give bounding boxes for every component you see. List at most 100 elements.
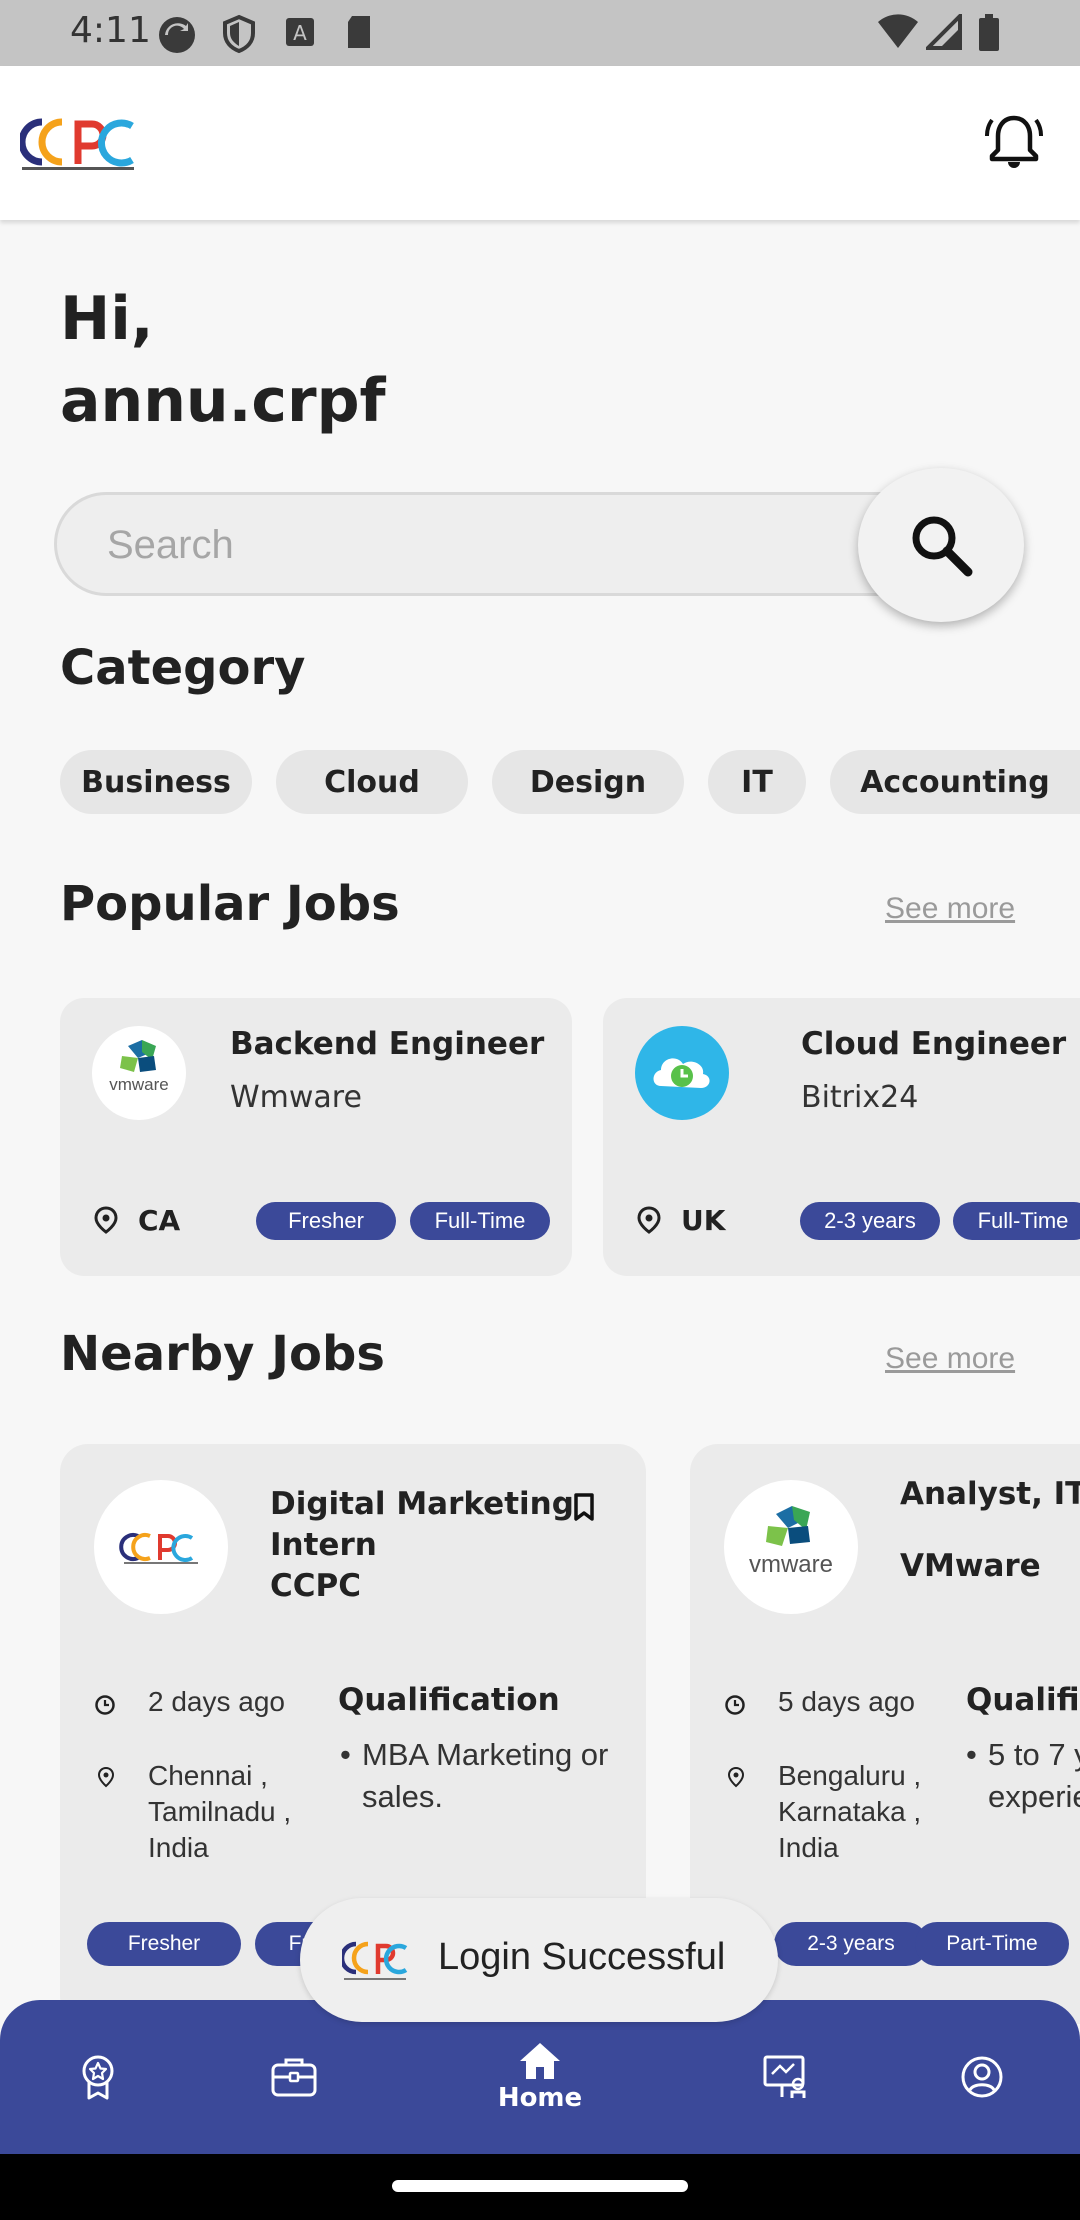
presentation-icon	[763, 2055, 806, 2098]
popular-jobs-see-more[interactable]: See more	[885, 892, 1015, 926]
job-location: CA	[138, 1204, 181, 1237]
job-location: UK	[681, 1204, 726, 1237]
job-title: Analyst, IT S VMware	[900, 1458, 1080, 1602]
ccpc-logo[interactable]	[20, 114, 136, 174]
status-bar: 4:11 A	[0, 0, 1080, 66]
svg-text:vmware: vmware	[749, 1551, 833, 1578]
font-icon: A	[286, 18, 314, 46]
popular-job-card[interactable]: Cloud Engineer Bitrix24 UK 2-3 years Ful…	[603, 998, 1080, 1276]
location-line: India	[778, 1832, 839, 1863]
briefcase-icon	[271, 2058, 317, 2097]
category-chip-accounting[interactable]: Accounting	[830, 750, 1080, 814]
qualification-text: 5 to 7 y experie	[988, 1737, 1080, 1814]
job-location: Chennai , Tamilnadu , India	[148, 1758, 291, 1866]
location-pin-icon	[727, 1766, 745, 1788]
bottom-navigation: Home	[0, 2000, 1080, 2154]
search-box	[54, 492, 954, 596]
nav-item-jobs[interactable]	[244, 2000, 344, 2154]
sd-card-icon	[348, 16, 370, 48]
nav-item-profile[interactable]	[932, 2000, 1032, 2154]
vmware-logo: vmware	[92, 1026, 186, 1120]
nav-label-home: Home	[497, 2083, 583, 2113]
qualification-heading: Qualific	[966, 1682, 1080, 1718]
svg-text:A: A	[293, 21, 307, 45]
job-company: VMware	[900, 1548, 1041, 1584]
location-line: Karnataka ,	[778, 1796, 922, 1827]
shield-icon	[223, 14, 255, 54]
nav-item-training[interactable]	[736, 2000, 836, 2154]
job-title-line: Analyst, IT S	[900, 1476, 1080, 1512]
location-line: Tamilnadu ,	[148, 1796, 292, 1827]
greeting-hi: Hi,	[60, 284, 154, 354]
popular-job-card[interactable]: vmware Backend Engineer Wmware CA Freshe…	[60, 998, 572, 1276]
job-title-line: Intern	[270, 1527, 377, 1563]
search-button[interactable]	[858, 468, 1024, 622]
bitrix24-logo	[635, 1026, 729, 1120]
vmware-logo: vmware	[724, 1480, 858, 1614]
category-chip-cloud[interactable]: Cloud	[276, 750, 468, 814]
job-company: CCPC	[270, 1568, 361, 1604]
location-line: India	[148, 1832, 209, 1863]
experience-tag: Fresher	[256, 1202, 396, 1240]
job-type-tag: Full-Time	[410, 1202, 550, 1240]
greeting: Hi, annu.crpf	[60, 278, 386, 442]
experience-tag: 2-3 years	[774, 1922, 928, 1966]
app-header	[0, 66, 1080, 220]
qualification-item: • 5 to 7 y experie	[966, 1734, 1080, 1818]
location-line: Bengaluru ,	[778, 1760, 922, 1791]
job-location: Bengaluru , Karnataka , India	[778, 1758, 921, 1866]
nearby-jobs-title: Nearby Jobs	[60, 1326, 385, 1382]
category-chip-it[interactable]: IT	[708, 750, 806, 814]
ccpc-logo	[342, 1941, 408, 1980]
location-pin-icon	[637, 1206, 661, 1234]
job-company: Wmware	[230, 1080, 362, 1115]
ccpc-logo	[94, 1480, 228, 1614]
job-title: Cloud Engineer	[801, 1026, 1067, 1062]
qualification-text: MBA Marketing or sales.	[362, 1737, 609, 1814]
posted-time: 2 days ago	[148, 1686, 285, 1717]
experience-tag: Fresher	[87, 1922, 241, 1966]
popular-jobs-title: Popular Jobs	[60, 876, 400, 932]
bullet: •	[966, 1737, 977, 1772]
svg-text:vmware: vmware	[109, 1075, 169, 1094]
system-navigation-bar	[0, 2154, 1080, 2220]
award-icon	[82, 2055, 114, 2100]
battery-icon	[979, 14, 999, 51]
search-input[interactable]	[107, 515, 807, 575]
sync-icon	[159, 17, 195, 53]
nav-item-awards[interactable]	[48, 2000, 148, 2154]
posted-time: 5 days ago	[778, 1686, 915, 1717]
job-company: Bitrix24	[801, 1080, 919, 1115]
clock-icon	[725, 1695, 745, 1715]
bookmark-icon[interactable]	[570, 1492, 598, 1522]
bullet: •	[340, 1737, 351, 1772]
home-icon	[520, 2043, 560, 2079]
job-title: Digital Marketing Intern CCPC	[270, 1484, 574, 1607]
wifi-icon	[878, 14, 918, 48]
location-line: Chennai ,	[148, 1760, 268, 1791]
qualification-item: • MBA Marketing or sales.	[340, 1734, 630, 1818]
job-title-line: Digital Marketing	[270, 1486, 574, 1522]
home-gesture-bar[interactable]	[392, 2180, 688, 2192]
job-type-tag: Part-Time	[915, 1922, 1069, 1966]
qualification-heading: Qualification	[338, 1682, 560, 1718]
job-type-tag: Full-Time	[953, 1202, 1080, 1240]
nearby-jobs-see-more[interactable]: See more	[885, 1342, 1015, 1376]
job-title: Backend Engineer	[230, 1026, 545, 1062]
toast-message: Login Successful	[438, 1936, 726, 1978]
login-toast: Login Successful	[300, 1898, 778, 2022]
category-chip-business[interactable]: Business	[60, 750, 252, 814]
profile-icon	[961, 2056, 1003, 2098]
location-pin-icon	[97, 1766, 115, 1788]
experience-tag: 2-3 years	[800, 1202, 940, 1240]
bell-icon[interactable]	[984, 112, 1044, 172]
category-chip-design[interactable]: Design	[492, 750, 684, 814]
nav-item-home[interactable]: Home	[480, 2000, 600, 2154]
category-title: Category	[60, 640, 306, 696]
clock-icon	[95, 1695, 115, 1715]
search-icon	[912, 516, 973, 577]
status-time: 4:11	[70, 10, 151, 51]
signal-icon	[926, 14, 962, 50]
location-pin-icon	[94, 1206, 118, 1234]
greeting-username: annu.crpf	[60, 366, 386, 436]
